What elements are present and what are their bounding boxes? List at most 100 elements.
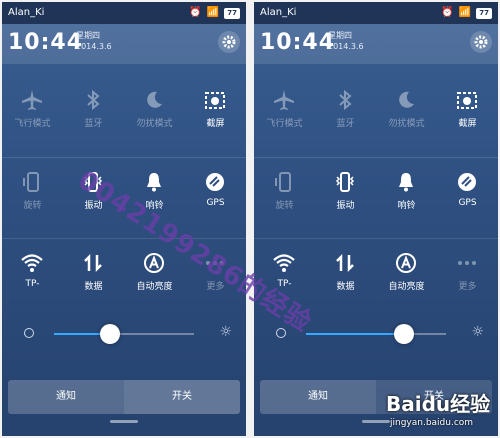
airplane-icon (274, 90, 294, 110)
toggle-label: 振动 (336, 201, 355, 211)
tab-toggles[interactable]: 开关 (124, 380, 240, 414)
toggle-label: 勿扰模式 (136, 119, 173, 129)
toggle-screenshot[interactable]: 截屏 (437, 76, 498, 156)
toggle-label: 自动亮度 (136, 282, 173, 292)
panel-header: 10:44 星期四 2014.3.6 (2, 24, 246, 64)
toggle-ring[interactable]: 响铃 (376, 158, 437, 238)
more-icon (458, 261, 476, 265)
weekday: 星期四 (76, 31, 100, 40)
settings-button[interactable] (470, 31, 492, 53)
toggle-label: 数据 (84, 282, 103, 292)
brand-logo-text: Baidu经验 (386, 392, 491, 416)
toggle-row-2: 旋转 振动 响铃 GPS (254, 157, 498, 238)
toggle-label: 截屏 (458, 119, 477, 129)
brightness-slider[interactable] (54, 324, 194, 344)
brightness-fill (306, 333, 404, 335)
panel-tabs: 通知 开关 (8, 380, 240, 414)
status-bar: Alan_Ki ⏰ 📶 77 (2, 2, 246, 24)
bluetooth-icon (87, 89, 100, 111)
brightness-high-icon: ☼ (219, 324, 232, 340)
toggle-gps[interactable]: GPS (437, 158, 498, 238)
battery-icon: 77 (476, 7, 492, 19)
phone-screen-right: Alan_Ki ⏰ 📶 77 10:44 星期四 2014.3.6 飞行模式 蓝… (254, 2, 498, 436)
auto-brightness-icon (396, 253, 416, 273)
toggle-label: 更多 (458, 282, 477, 292)
battery-icon: 77 (224, 7, 240, 19)
toggle-label: GPS (458, 198, 477, 208)
date: 2014.3.6 (328, 42, 364, 51)
panel-header: 10:44 星期四 2014.3.6 (254, 24, 498, 64)
drag-handle[interactable] (110, 420, 138, 423)
wifi-icon (21, 254, 43, 272)
date: 2014.3.6 (76, 42, 112, 51)
toggle-do-not-disturb[interactable]: 勿扰模式 (124, 76, 185, 156)
data-transfer-icon (336, 253, 354, 273)
toggle-airplane-mode[interactable]: 飞行模式 (254, 76, 315, 156)
bell-icon (147, 173, 161, 192)
wifi-icon (273, 254, 295, 272)
screenshot-icon (457, 92, 477, 109)
toggle-label: 蓝牙 (84, 119, 103, 129)
brightness-knob[interactable] (100, 324, 120, 344)
toggle-rotate[interactable]: 旋转 (254, 158, 315, 238)
toggle-label: 截屏 (206, 119, 225, 129)
gear-icon (474, 35, 488, 49)
toggle-bluetooth[interactable]: 蓝牙 (315, 76, 376, 156)
brightness-control: ☼ (2, 314, 246, 354)
auto-brightness-icon (144, 253, 164, 273)
toggle-vibrate[interactable]: 振动 (315, 158, 376, 238)
toggle-auto-brightness[interactable]: 自动亮度 (376, 239, 437, 319)
toggle-data[interactable]: 数据 (63, 239, 124, 319)
toggle-label: 响铃 (397, 201, 416, 211)
alarm-icon: ⏰ (441, 7, 454, 18)
toggle-row-1: 飞行模式 蓝牙 勿扰模式 截屏 (2, 76, 246, 156)
toggle-airplane-mode[interactable]: 飞行模式 (2, 76, 63, 156)
toggle-wifi[interactable]: TP- (2, 239, 63, 319)
gear-icon (222, 35, 236, 49)
vibrate-icon (335, 172, 355, 192)
wifi-icon: 📶 (206, 7, 220, 18)
toggle-label: 旋转 (23, 201, 42, 211)
toggle-label: 数据 (336, 282, 355, 292)
toggle-do-not-disturb[interactable]: 勿扰模式 (376, 76, 437, 156)
toggle-label: 勿扰模式 (388, 119, 425, 129)
bluetooth-icon (339, 89, 352, 111)
brightness-slider[interactable] (306, 324, 446, 344)
data-transfer-icon (84, 253, 102, 273)
brand-url: jingyan.baidu.com (390, 418, 474, 428)
toggle-label: 飞行模式 (14, 119, 51, 129)
toggle-bluetooth[interactable]: 蓝牙 (63, 76, 124, 156)
carrier-name: Alan_Ki (8, 7, 45, 18)
toggle-label: GPS (206, 198, 225, 208)
status-bar: Alan_Ki ⏰ 📶 77 (254, 2, 498, 24)
screenshot-icon (205, 92, 225, 109)
wifi-icon: 📶 (458, 7, 472, 18)
rotate-icon (23, 172, 39, 192)
toggle-label: TP- (25, 279, 40, 289)
airplane-icon (22, 90, 42, 110)
brightness-low-icon (24, 328, 34, 338)
carrier-name: Alan_Ki (260, 7, 297, 18)
toggle-label: 旋转 (275, 201, 294, 211)
tab-notifications[interactable]: 通知 (260, 380, 376, 414)
moon-icon (147, 91, 162, 108)
brightness-high-icon: ☼ (471, 324, 484, 340)
moon-icon (399, 91, 414, 108)
weekday: 星期四 (328, 31, 352, 40)
toggle-more[interactable]: 更多 (437, 239, 498, 319)
toggle-screenshot[interactable]: 截屏 (185, 76, 246, 156)
toggle-row-1: 飞行模式 蓝牙 勿扰模式 截屏 (254, 76, 498, 156)
toggle-label: 飞行模式 (266, 119, 303, 129)
toggle-data[interactable]: 数据 (315, 239, 376, 319)
clock: 10:44 (260, 30, 336, 55)
clock: 10:44 (8, 30, 84, 55)
satellite-icon (458, 173, 476, 191)
toggle-label: 蓝牙 (336, 119, 355, 129)
toggle-label: 自动亮度 (388, 282, 425, 292)
brightness-low-icon (276, 328, 286, 338)
tab-notifications[interactable]: 通知 (8, 380, 124, 414)
settings-button[interactable] (218, 31, 240, 53)
baidu-jingyan-logo: Baidu经验 jingyan.baidu.com (386, 388, 496, 434)
brightness-knob[interactable] (394, 324, 414, 344)
toggle-rotate[interactable]: 旋转 (2, 158, 63, 238)
